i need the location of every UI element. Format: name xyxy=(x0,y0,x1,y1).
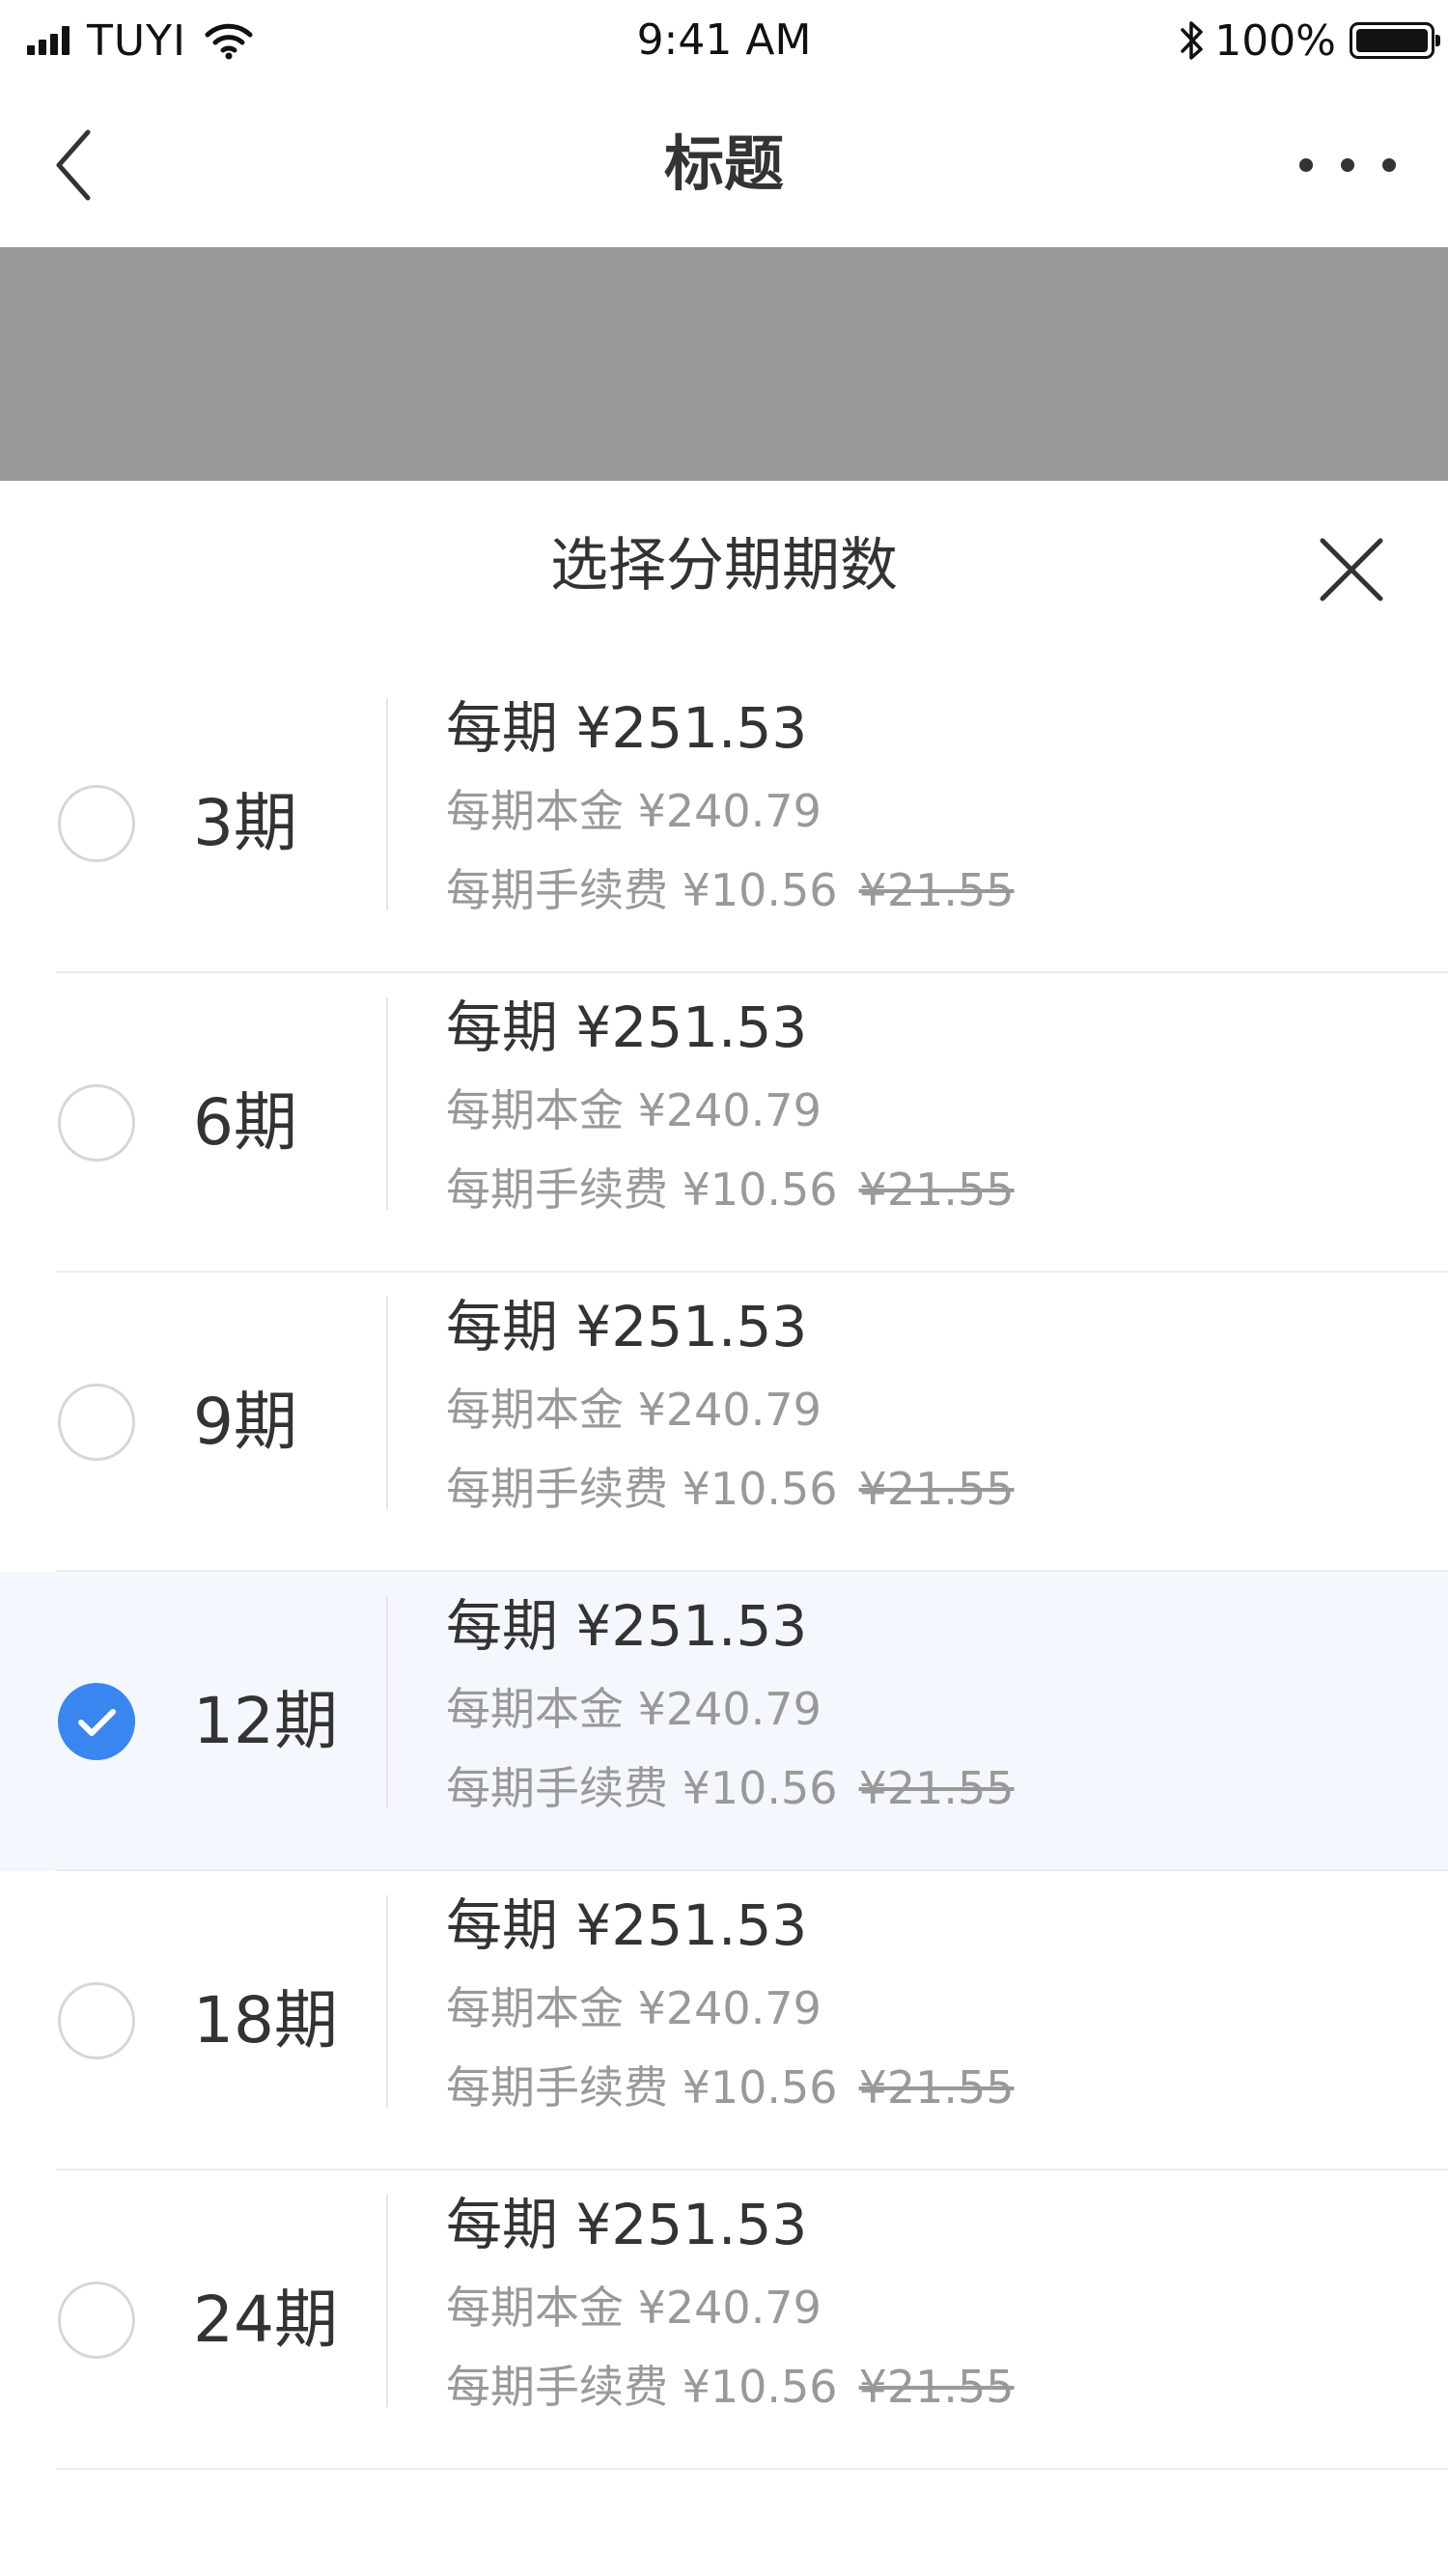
fee-original-price: ¥21.55 xyxy=(858,1163,1015,1216)
per-period-principal: 每期本金 ¥240.79 xyxy=(446,1384,821,1436)
fee-value: 每期手续费 ¥10.56 xyxy=(446,864,838,916)
radio-button[interactable] xyxy=(58,2282,135,2359)
vertical-divider xyxy=(386,1297,388,1509)
fee-original-price: ¥21.55 xyxy=(858,2061,1015,2114)
battery-icon xyxy=(1350,22,1440,59)
fee-original-price: ¥21.55 xyxy=(858,1463,1015,1515)
per-period-fee: 每期手续费 ¥10.56 ¥21.55 xyxy=(446,2058,1015,2116)
installment-option[interactable]: 12期 每期 ¥251.53 每期本金 ¥240.79 每期手续费 ¥10.56… xyxy=(0,1572,1448,1871)
overlay-band xyxy=(0,247,1448,481)
more-button[interactable] xyxy=(1299,141,1396,189)
radio-button[interactable] xyxy=(58,785,135,862)
fee-original-price: ¥21.55 xyxy=(858,1762,1015,1814)
period-label: 3期 xyxy=(193,786,297,860)
installment-option-list: 3期 每期 ¥251.53 每期本金 ¥240.79 每期手续费 ¥10.56 ¥… xyxy=(0,674,1448,2470)
fee-value: 每期手续费 ¥10.56 xyxy=(446,1163,838,1216)
period-label: 18期 xyxy=(193,1983,338,2058)
bluetooth-icon xyxy=(1181,21,1203,60)
vertical-divider xyxy=(386,1895,388,2108)
fee-value: 每期手续费 ¥10.56 xyxy=(446,2061,838,2114)
vertical-divider xyxy=(386,1596,388,1808)
radio-button[interactable] xyxy=(58,1683,135,1760)
period-label: 24期 xyxy=(193,2282,338,2357)
navigation-bar: 标题 xyxy=(0,81,1448,247)
fee-original-price: ¥21.55 xyxy=(858,864,1015,916)
close-button[interactable] xyxy=(1313,531,1390,608)
period-label: 6期 xyxy=(193,1085,297,1160)
installment-option[interactable]: 24期 每期 ¥251.53 每期本金 ¥240.79 每期手续费 ¥10.56… xyxy=(0,2170,1448,2470)
per-period-amount: 每期 ¥251.53 xyxy=(446,695,808,761)
per-period-principal: 每期本金 ¥240.79 xyxy=(446,1683,821,1735)
fee-value: 每期手续费 ¥10.56 xyxy=(446,1762,838,1814)
per-period-amount: 每期 ¥251.53 xyxy=(446,994,808,1060)
period-label: 12期 xyxy=(193,1684,338,1758)
per-period-principal: 每期本金 ¥240.79 xyxy=(446,1084,821,1136)
vertical-divider xyxy=(386,997,388,1210)
vertical-divider xyxy=(386,698,388,910)
per-period-fee: 每期手续费 ¥10.56 ¥21.55 xyxy=(446,861,1015,919)
sheet-header: 选择分期期数 xyxy=(0,481,1448,653)
sheet-title: 选择分期期数 xyxy=(550,532,898,600)
per-period-amount: 每期 ¥251.53 xyxy=(446,1593,808,1659)
per-period-amount: 每期 ¥251.53 xyxy=(446,1294,808,1359)
battery-percentage: 100% xyxy=(1214,15,1336,66)
installment-option[interactable]: 6期 每期 ¥251.53 每期本金 ¥240.79 每期手续费 ¥10.56 ¥… xyxy=(0,973,1448,1273)
per-period-fee: 每期手续费 ¥10.56 ¥21.55 xyxy=(446,2358,1015,2416)
radio-button[interactable] xyxy=(58,1982,135,2059)
radio-button[interactable] xyxy=(58,1084,135,1162)
fee-original-price: ¥21.55 xyxy=(858,2361,1015,2413)
per-period-principal: 每期本金 ¥240.79 xyxy=(446,785,821,837)
vertical-divider xyxy=(386,2195,388,2407)
page-title: 标题 xyxy=(663,128,784,199)
status-bar: TUYI 9:41 AM 100% xyxy=(0,0,1448,81)
installment-option[interactable]: 18期 每期 ¥251.53 每期本金 ¥240.79 每期手续费 ¥10.56… xyxy=(0,1871,1448,2170)
per-period-principal: 每期本金 ¥240.79 xyxy=(446,2282,821,2334)
per-period-fee: 每期手续费 ¥10.56 ¥21.55 xyxy=(446,1759,1015,1817)
per-period-amount: 每期 ¥251.53 xyxy=(446,2192,808,2257)
fee-value: 每期手续费 ¥10.56 xyxy=(446,2361,838,2413)
radio-button[interactable] xyxy=(58,1384,135,1461)
row-divider xyxy=(56,2468,1448,2470)
battery-level xyxy=(1356,29,1428,52)
close-icon xyxy=(1320,538,1383,602)
fee-value: 每期手续费 ¥10.56 xyxy=(446,1463,838,1515)
check-icon xyxy=(78,1709,116,1736)
status-right: 100% xyxy=(1178,14,1440,68)
more-horizontal-icon xyxy=(1299,158,1313,172)
installment-sheet: 选择分期期数 3期 每期 ¥251.53 每期本金 ¥240.79 每期手续费 … xyxy=(0,481,1448,2576)
installment-option[interactable]: 9期 每期 ¥251.53 每期本金 ¥240.79 每期手续费 ¥10.56 ¥… xyxy=(0,1273,1448,1572)
per-period-fee: 每期手续费 ¥10.56 ¥21.55 xyxy=(446,1161,1015,1218)
per-period-principal: 每期本金 ¥240.79 xyxy=(446,1982,821,2034)
per-period-fee: 每期手续费 ¥10.56 ¥21.55 xyxy=(446,1460,1015,1518)
period-label: 9期 xyxy=(193,1385,297,1459)
installment-option[interactable]: 3期 每期 ¥251.53 每期本金 ¥240.79 每期手续费 ¥10.56 ¥… xyxy=(0,674,1448,973)
per-period-amount: 每期 ¥251.53 xyxy=(446,1892,808,1958)
